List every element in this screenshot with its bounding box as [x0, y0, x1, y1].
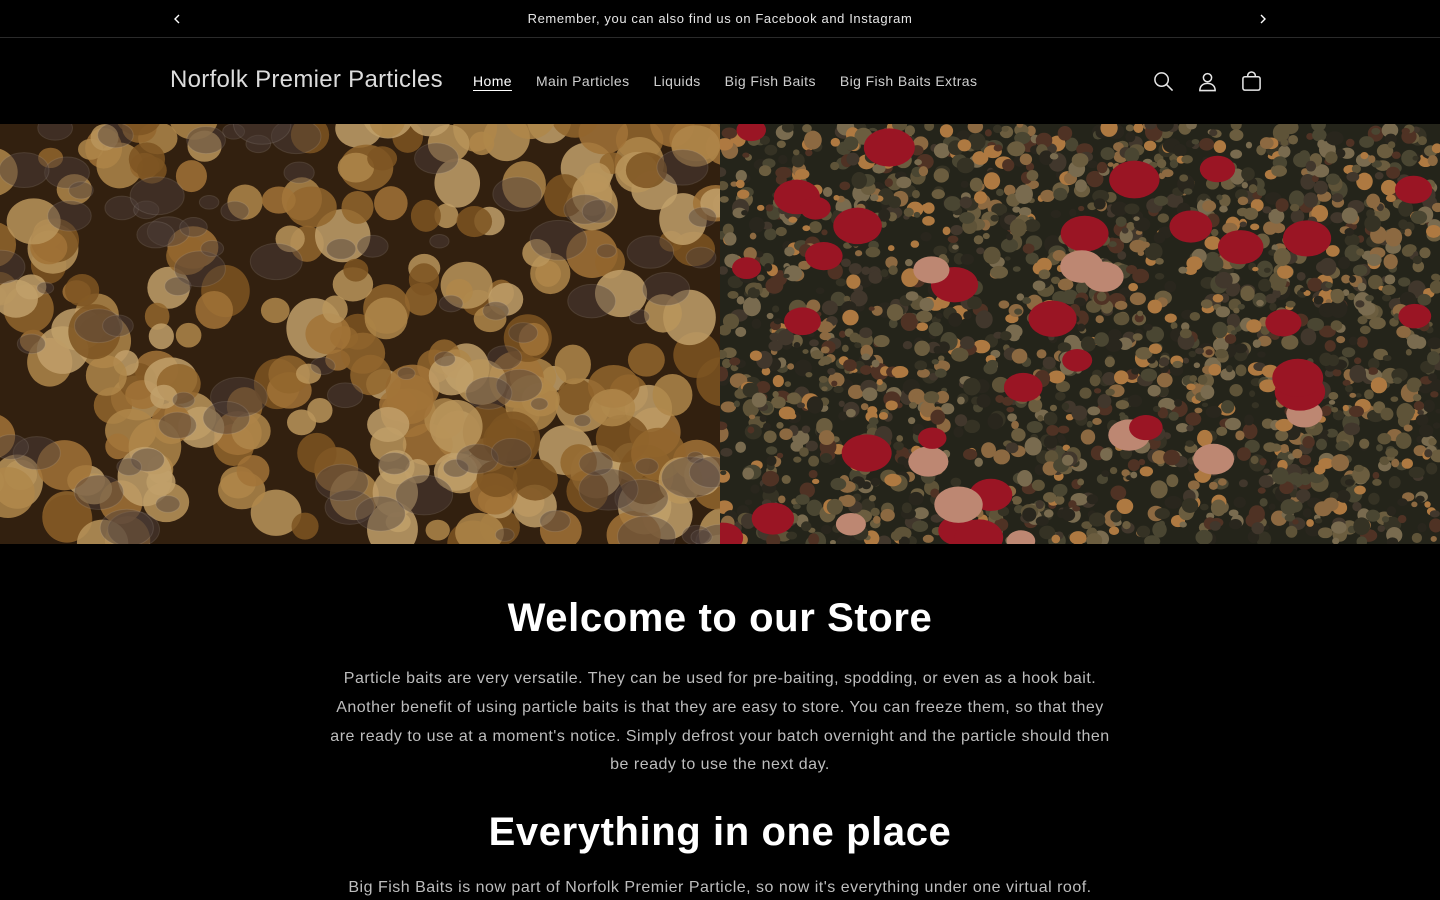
- announcement-next-button[interactable]: [1253, 9, 1273, 29]
- account-icon: [1198, 72, 1216, 91]
- nav-item-main-particles[interactable]: Main Particles: [524, 70, 642, 92]
- search-button[interactable]: [1141, 59, 1185, 103]
- header-icons: [1141, 59, 1273, 103]
- nav-item-big-fish-baits[interactable]: Big Fish Baits: [713, 70, 828, 92]
- mixed-particle-seeds-image: [720, 124, 1440, 544]
- welcome-heading: Welcome to our Store: [507, 596, 933, 640]
- everything-text: Big Fish Baits is now part of Norfolk Pr…: [348, 879, 1092, 896]
- nav-item-big-fish-baits-extras[interactable]: Big Fish Baits Extras: [828, 70, 990, 92]
- site-header: Norfolk Premier Particles Home Main Part…: [0, 39, 1440, 124]
- nav-item-liquids[interactable]: Liquids: [641, 70, 712, 92]
- soaked-tiger-nuts-image: [0, 124, 720, 544]
- announcement-text: Remember, you can also find us on Facebo…: [527, 11, 913, 26]
- cart-icon: [1241, 70, 1261, 91]
- main-nav: Home Main Particles Liquids Big Fish Bai…: [461, 70, 989, 92]
- nav-item-home[interactable]: Home: [461, 70, 524, 92]
- cart-button[interactable]: [1229, 59, 1273, 103]
- chevron-right-icon: [1260, 14, 1266, 24]
- account-button[interactable]: [1185, 59, 1229, 103]
- welcome-text: Particle baits are very versatile. They …: [330, 670, 1110, 774]
- site-logo[interactable]: Norfolk Premier Particles: [170, 66, 443, 94]
- announcement-prev-button[interactable]: [167, 9, 187, 29]
- hero-banner: [0, 124, 1440, 544]
- everything-heading: Everything in one place: [488, 810, 952, 854]
- search-icon: [1153, 71, 1173, 91]
- chevron-left-icon: [174, 14, 180, 24]
- announcement-bar: Remember, you can also find us on Facebo…: [0, 0, 1440, 38]
